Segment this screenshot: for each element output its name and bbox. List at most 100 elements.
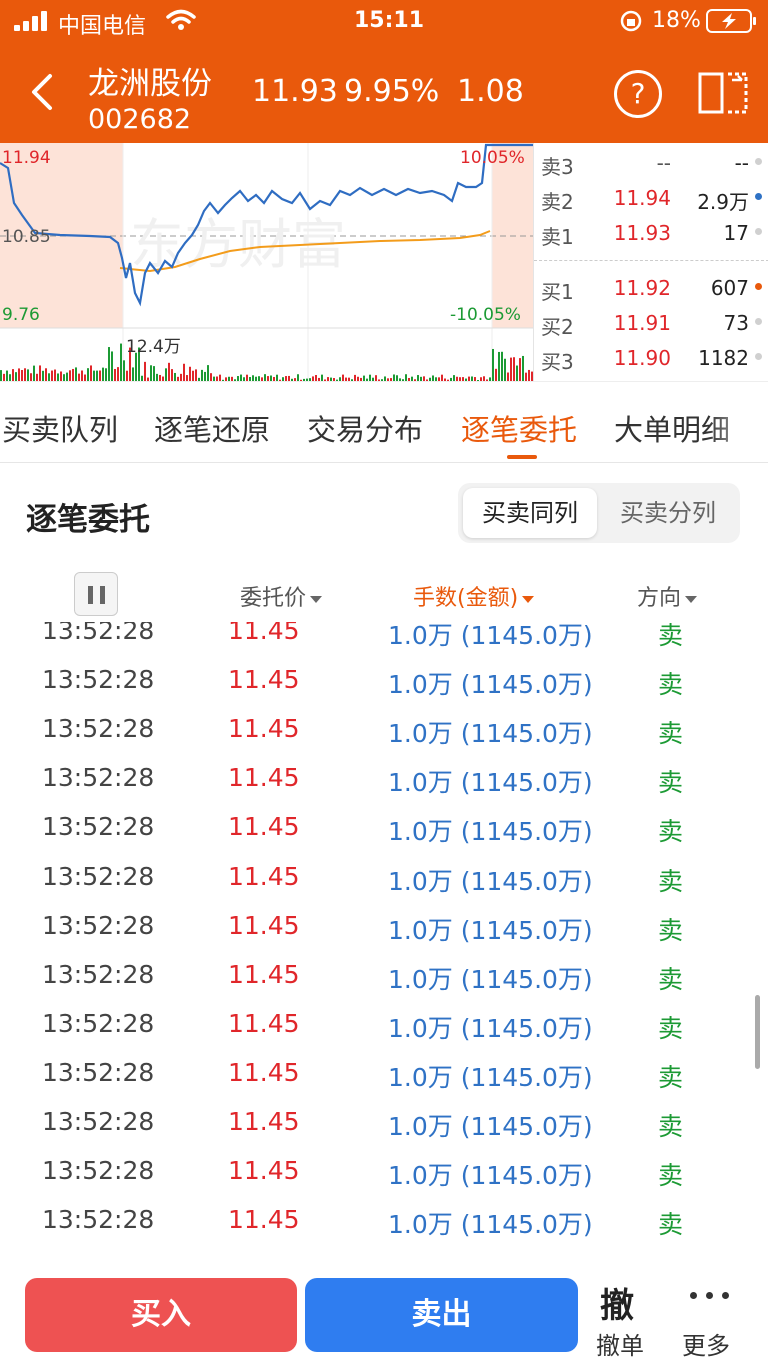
row-amount: 1.0万 (1145.0万) <box>388 622 593 650</box>
row-amount: 1.0万 (1145.0万) <box>388 670 593 700</box>
volume-bar <box>204 371 206 381</box>
table-row[interactable]: 13:52:28 11.45 1.0万 (1145.0万) 卖 <box>0 1099 768 1148</box>
direction-column-header[interactable]: 方向 <box>637 580 698 612</box>
ask-volume: -- <box>734 151 749 175</box>
row-price: 11.45 <box>228 714 300 744</box>
volume-bar <box>150 365 152 381</box>
volume-bar <box>33 365 35 381</box>
help-button[interactable]: ? <box>614 70 662 118</box>
bid-price: 11.90 <box>613 346 671 370</box>
row-time: 13:52:28 <box>42 763 155 793</box>
chart-volume-label: 12.4万 <box>126 337 181 357</box>
row-amount: 1.0万 (1145.0万) <box>388 915 593 945</box>
table-row[interactable]: 13:52:28 11.45 1.0万 (1145.0万) 卖 <box>0 622 768 657</box>
stock-code: 002682 <box>88 104 192 135</box>
buy-button[interactable]: 买入 <box>25 1278 297 1352</box>
table-row[interactable]: 13:52:28 11.45 1.0万 (1145.0万) 卖 <box>0 854 768 903</box>
battery-icon <box>706 9 756 33</box>
volume-bar <box>99 370 101 381</box>
table-row[interactable]: 13:52:28 11.45 1.0万 (1145.0万) 卖 <box>0 706 768 755</box>
volume-bar <box>75 367 77 381</box>
battery-percent: 18% <box>652 8 701 33</box>
volume-bar <box>12 369 14 381</box>
volume-bar <box>156 373 158 381</box>
tab-queue[interactable]: 买卖队列 <box>2 407 118 449</box>
table-row[interactable]: 13:52:28 11.45 1.0万 (1145.0万) 卖 <box>0 1148 768 1197</box>
tab-order-by-order[interactable]: 逐笔委托 <box>461 407 577 449</box>
volume-bar <box>72 368 74 381</box>
pause-button[interactable] <box>74 572 118 616</box>
direction-header-label: 方向 <box>637 586 682 611</box>
price-header-label: 委托价 <box>240 586 307 611</box>
pause-icon <box>88 586 93 604</box>
amount-column-header[interactable]: 手数(金额) <box>413 580 535 612</box>
switch-layout-icon[interactable] <box>698 70 750 114</box>
price-column-header[interactable]: 委托价 <box>240 580 323 612</box>
volume-bars <box>0 343 533 381</box>
view-mode-toggle: 买卖同列 买卖分列 <box>458 483 740 543</box>
volume-bar <box>48 373 50 381</box>
volume-bar <box>93 370 95 381</box>
row-direction: 卖 <box>658 866 684 896</box>
table-row[interactable]: 13:52:28 11.45 1.0万 (1145.0万) 卖 <box>0 952 768 1001</box>
table-row[interactable]: 13:52:28 11.45 1.0万 (1145.0万) 卖 <box>0 903 768 952</box>
split-column-option[interactable]: 买卖分列 <box>601 488 735 538</box>
volume-bar <box>192 370 194 381</box>
volume-bar <box>510 357 512 381</box>
row-price: 11.45 <box>228 665 300 695</box>
tab-trade-distribution[interactable]: 交易分布 <box>307 407 423 449</box>
volume-bar <box>117 367 119 381</box>
cancel-order-label[interactable]: 撤单 <box>596 1326 644 1361</box>
volume-bar <box>516 365 518 381</box>
row-price: 11.45 <box>228 861 300 891</box>
volume-bar <box>405 374 407 381</box>
volume-bar <box>21 370 23 381</box>
more-label[interactable]: 更多 <box>682 1326 730 1361</box>
volume-bar <box>42 370 44 381</box>
table-row[interactable]: 13:52:28 11.45 1.0万 (1145.0万) 卖 <box>0 657 768 706</box>
tab-fade <box>708 382 768 462</box>
intraday-chart[interactable]: 东方财富 11.94 10.85 9.76 10.05% -10.05% 12.… <box>0 143 533 381</box>
row-direction: 卖 <box>658 1112 684 1141</box>
volume-bar <box>30 373 32 381</box>
bid-row: 买1 11.92 607 <box>534 270 768 304</box>
volume-bar <box>96 370 98 381</box>
sell-button[interactable]: 卖出 <box>305 1278 578 1352</box>
table-row[interactable]: 13:52:28 11.45 1.0万 (1145.0万) 卖 <box>0 804 768 853</box>
same-column-option[interactable]: 买卖同列 <box>463 488 597 538</box>
table-row[interactable]: 13:52:28 11.45 1.0万 (1145.0万) 卖 <box>0 1001 768 1050</box>
status-bar: 中国电信 15:11 18% <box>0 0 768 44</box>
volume-bar <box>114 368 116 381</box>
volume-bar <box>297 374 299 381</box>
volume-bar <box>207 365 209 381</box>
volume-bar <box>66 372 68 381</box>
chart-down-pct-label: -10.05% <box>450 305 521 325</box>
ask-dot <box>755 228 762 235</box>
bid-volume: 73 <box>723 311 749 335</box>
volume-bar <box>132 367 134 381</box>
volume-bar <box>6 370 8 381</box>
ask-row: 卖1 11.93 17 <box>534 215 768 249</box>
volume-bar <box>36 373 38 381</box>
table-row[interactable]: 13:52:28 11.45 1.0万 (1145.0万) 卖 <box>0 1050 768 1099</box>
volume-bar <box>126 370 128 381</box>
table-row[interactable]: 13:52:28 11.45 1.0万 (1145.0万) 卖 <box>0 755 768 804</box>
chart-prev-close-label: 10.85 <box>2 227 51 247</box>
order-book[interactable]: 卖3 -- -- 卖2 11.94 2.9万 卖1 11.93 17 买1 11… <box>533 143 768 381</box>
cancel-order-icon[interactable]: 撤 <box>600 1278 634 1327</box>
back-arrow-icon[interactable] <box>28 72 56 112</box>
list-scrollbar[interactable] <box>755 995 760 1069</box>
row-direction: 卖 <box>658 1013 684 1043</box>
volume-bar <box>513 357 515 381</box>
order-list[interactable]: 13:52:28 11.45 1.0万 (1145.0万) 卖 13:52:28 11.4… <box>0 622 768 1262</box>
tab-trade-restore[interactable]: 逐笔还原 <box>154 407 270 449</box>
caret-down-icon <box>685 595 698 603</box>
row-time: 13:52:28 <box>42 1008 155 1038</box>
bid-label: 买3 <box>541 350 574 374</box>
stock-change-pct: 9.95% <box>344 74 440 109</box>
more-icon[interactable] <box>690 1292 730 1300</box>
table-row[interactable]: 13:52:28 11.45 1.0万 (1145.0万) 卖 <box>0 1197 768 1246</box>
row-price: 11.45 <box>228 812 300 842</box>
row-time: 13:52:28 <box>42 812 155 842</box>
volume-bar <box>87 368 89 381</box>
